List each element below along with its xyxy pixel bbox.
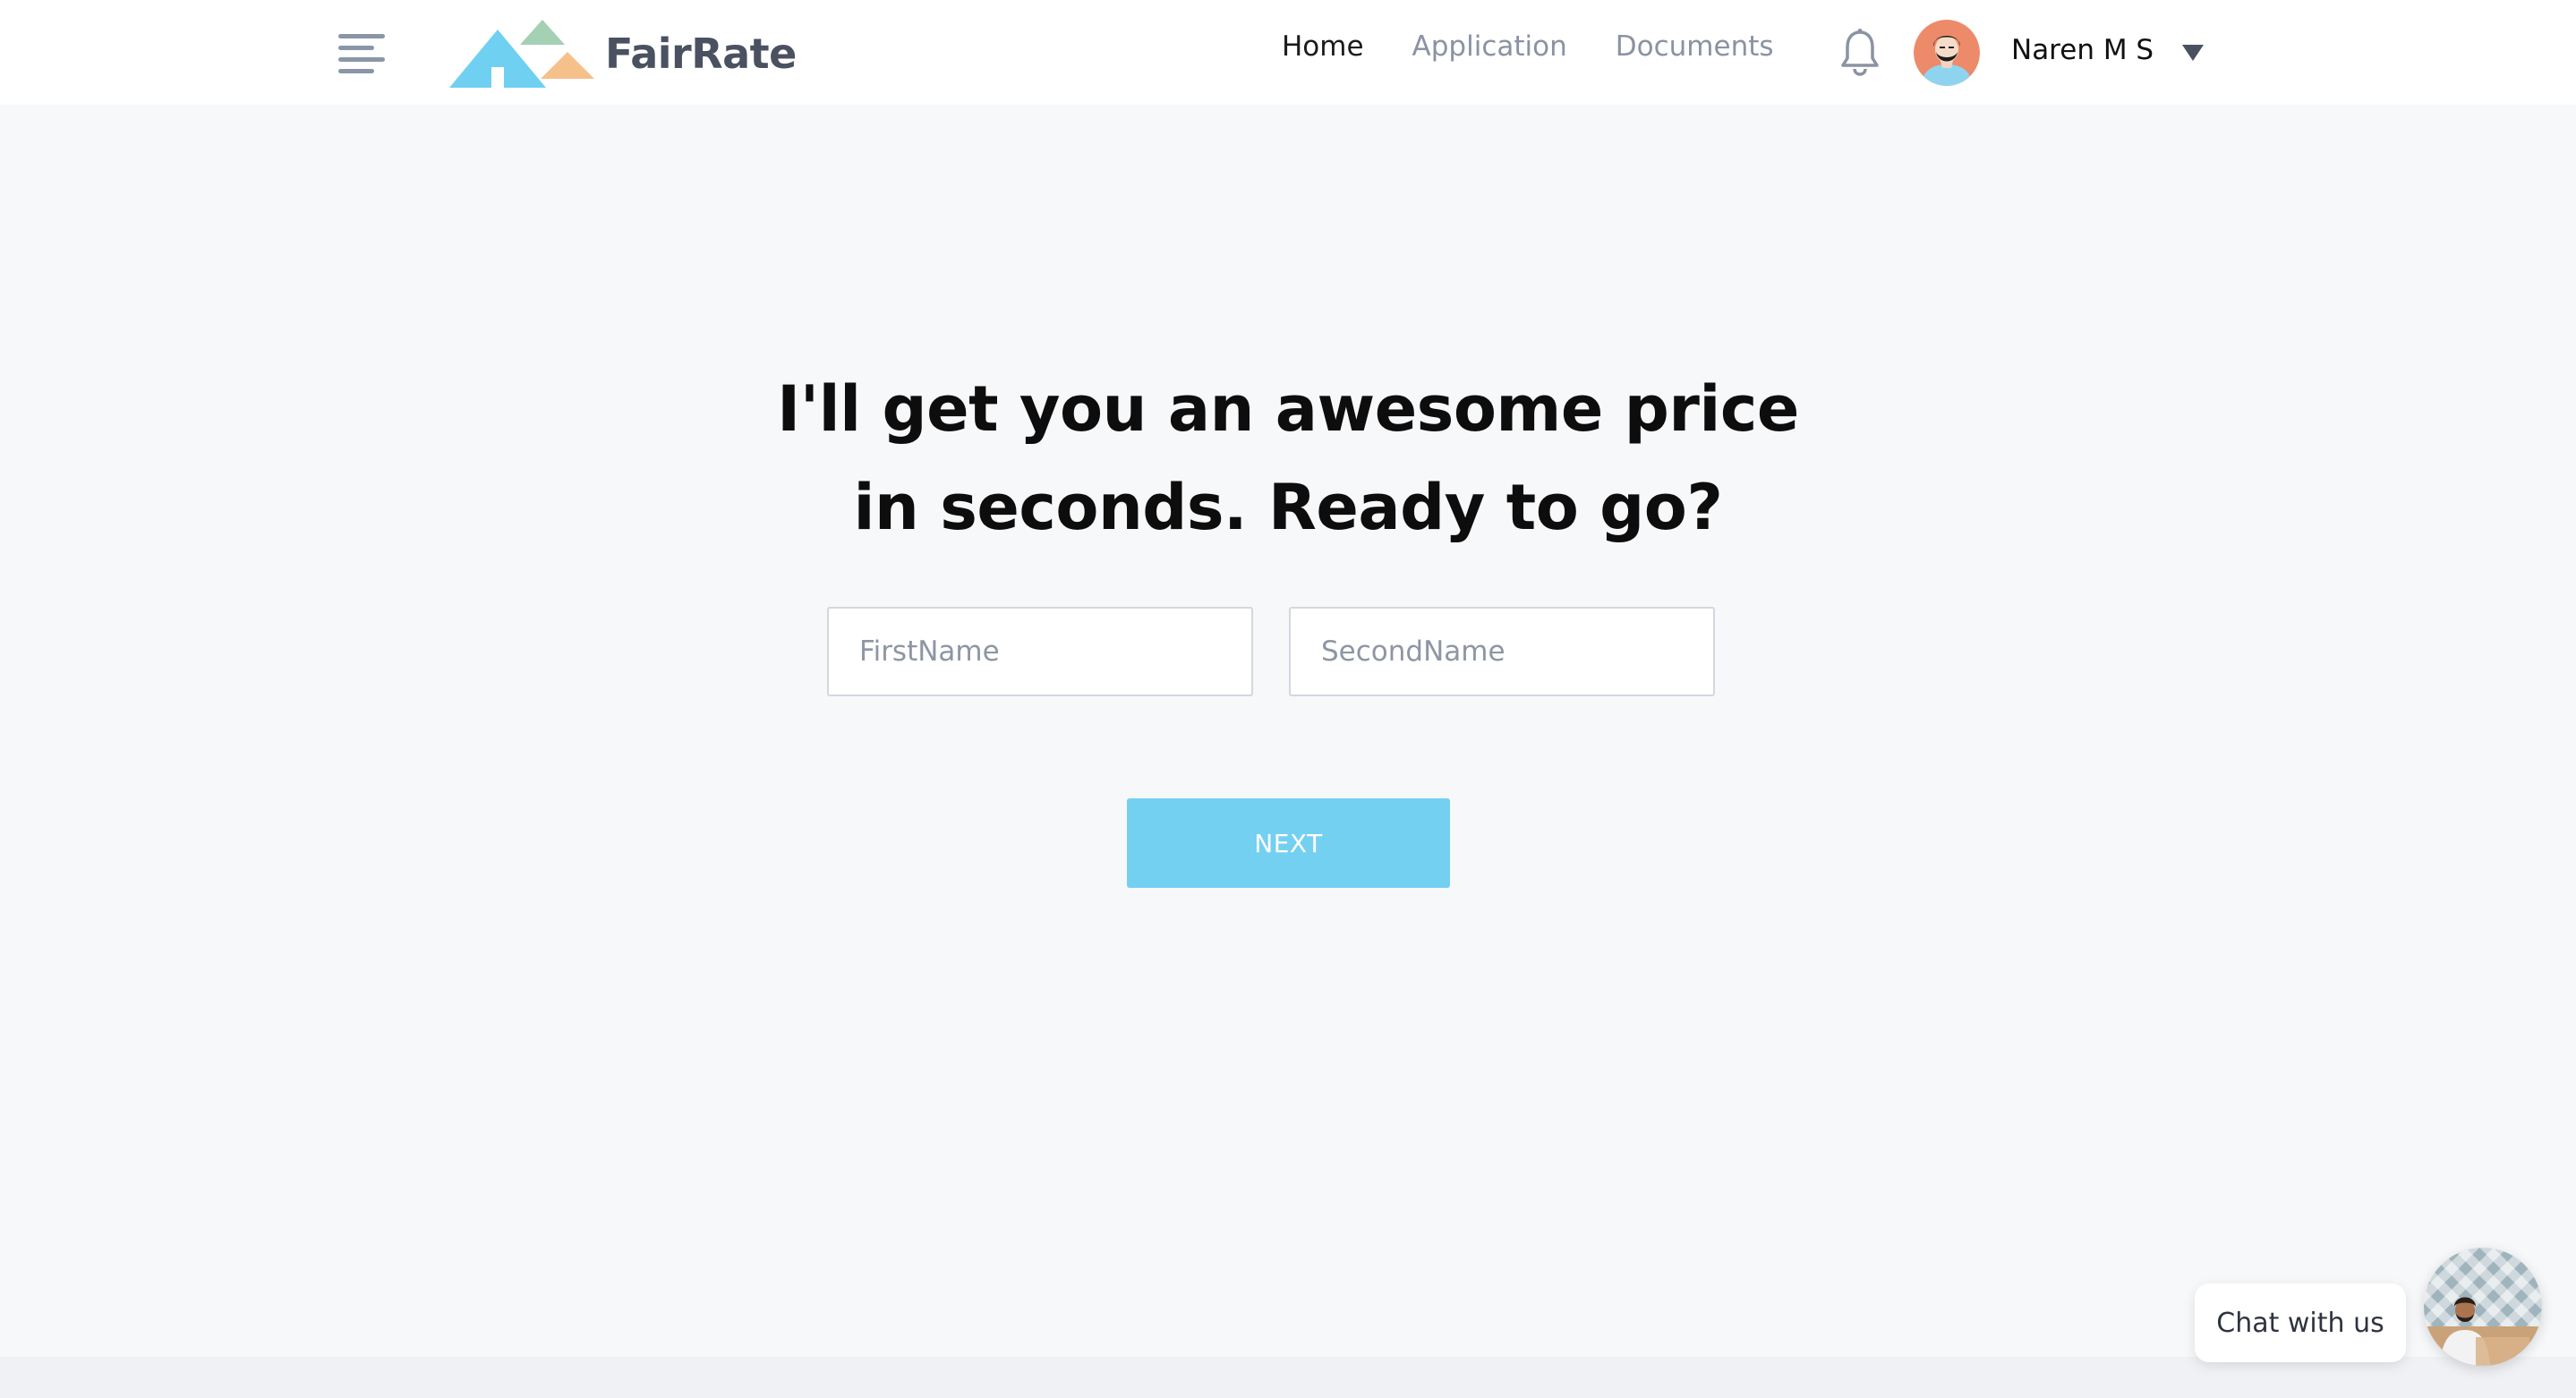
headline-line-1: I'll get you an awesome price [777,372,1799,446]
user-avatar[interactable] [1914,20,1980,86]
nav-documents[interactable]: Documents [1616,30,1774,63]
brand-name: FairRate [605,30,797,78]
second-name-input[interactable] [1289,607,1715,696]
first-name-input[interactable] [827,607,1253,696]
caret-down-icon[interactable] [2182,45,2204,61]
bell-icon[interactable] [1838,28,1881,76]
headline-line-2: in seconds. Ready to go? [853,471,1723,544]
nav-application[interactable]: Application [1412,30,1567,63]
chat-with-us-button[interactable]: Chat with us [2195,1283,2406,1362]
hamburger-menu-icon[interactable] [338,30,385,75]
top-navbar: FairRate Home Application Documents Nare… [0,0,2576,105]
page-headline: I'll get you an awesome price in seconds… [0,360,2576,557]
chat-agent-avatar[interactable] [2424,1248,2542,1366]
logo-mountains-icon [449,20,594,88]
nav-home[interactable]: Home [1282,30,1364,63]
user-name[interactable]: Naren M S [2011,34,2154,66]
footer-strip [0,1357,2576,1398]
next-button[interactable]: NEXT [1127,798,1450,888]
brand-logo[interactable]: FairRate [448,18,797,90]
main-nav: Home Application Documents [1282,30,1822,63]
